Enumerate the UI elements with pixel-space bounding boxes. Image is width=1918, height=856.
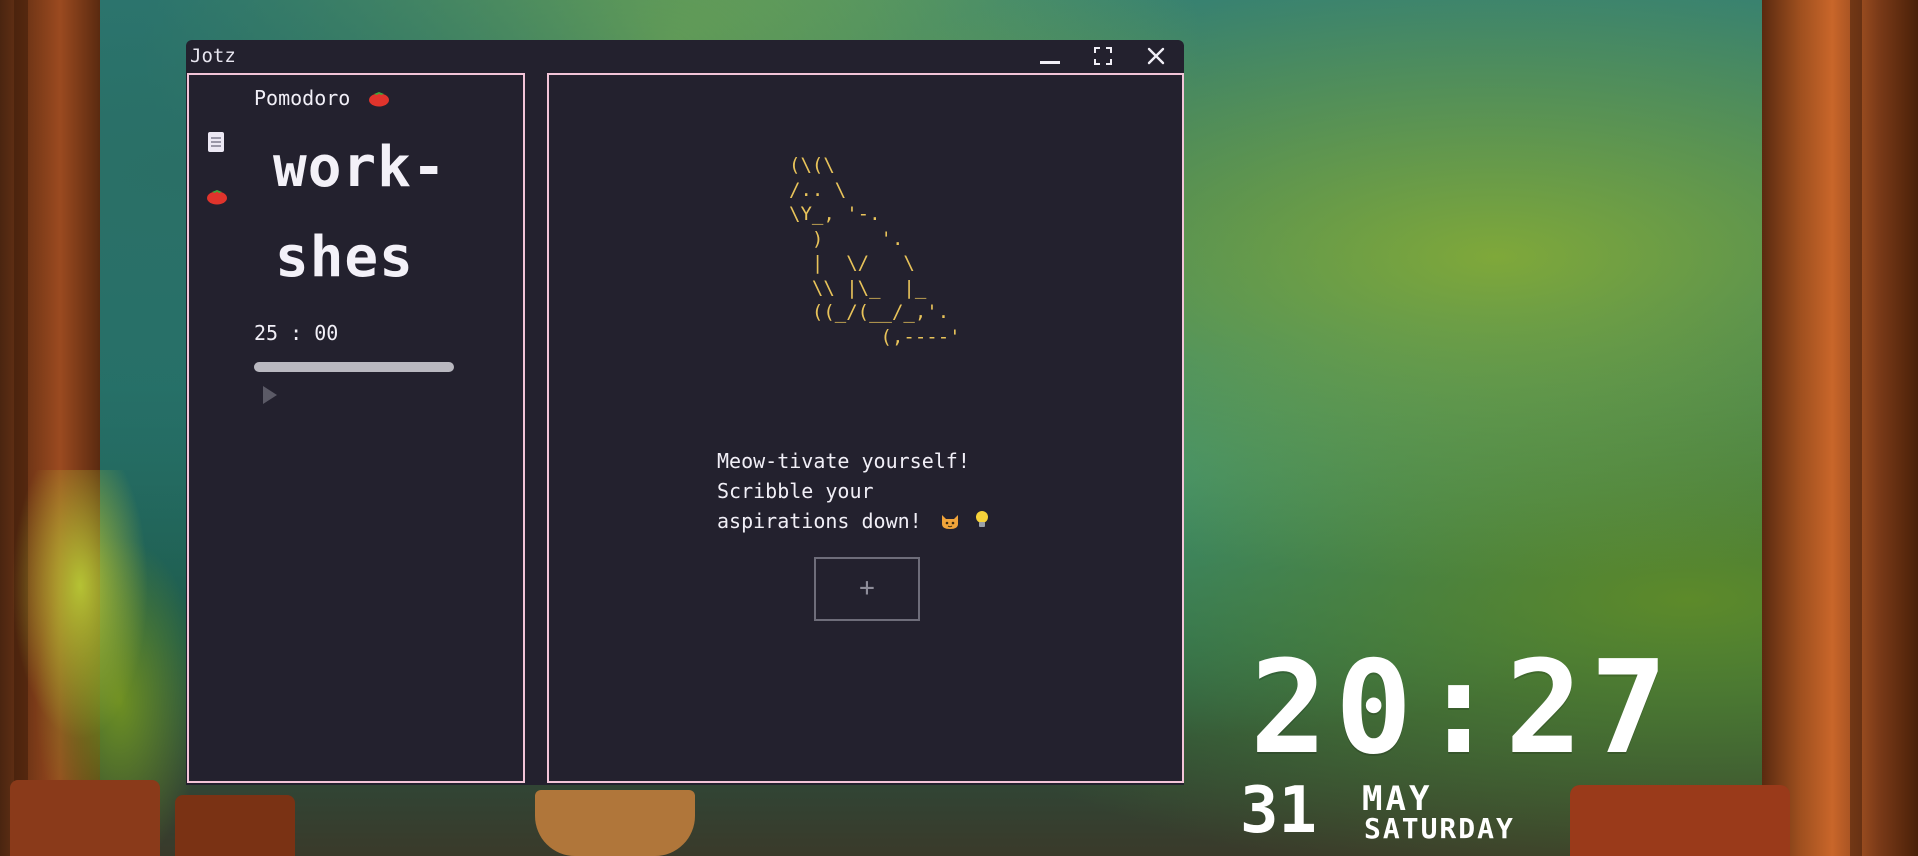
cat-face-icon [940,508,960,538]
add-note-button[interactable]: + [814,557,920,621]
message-line-2: Scribble your [717,479,874,503]
ascii-cat-art: (\(\ /.. \ \Y_, '-. ) '. | \/ \ \\ |\_ |… [789,154,961,348]
title-bar[interactable]: Jotz [186,40,1184,72]
tomato-icon [368,88,390,112]
close-icon [1141,47,1171,65]
session-word-line2: shes [275,225,414,290]
message-line-3-text: aspirations down! [717,509,922,533]
coffee-cup [535,790,695,856]
notes-panel: (\(\ /.. \ \Y_, '-. ) '. | \/ \ \\ |\_ |… [547,73,1184,783]
timer-progress-fill [254,362,454,372]
message-line-1: Meow-tivate yourself! [717,449,970,473]
session-word-line1: work- [273,135,447,200]
minimize-icon [1040,61,1060,64]
timer-progress-bar [254,362,454,372]
pomodoro-panel: Pomodoro work- shes 25 : 00 [187,73,525,783]
pomodoro-title: Pomodoro [254,86,351,110]
jotz-window: Jotz Pomodoro work- shes 25: 00 (\(\ /.… [186,40,1184,785]
close-button[interactable] [1141,44,1171,68]
minimize-button[interactable] [1034,44,1064,68]
window-frame-right [1762,0,1918,856]
window-frame-right-shadow [1850,0,1862,856]
timer-display: 25 : 00 [254,321,339,345]
pomodoro-heading: Pomodoro [254,86,390,112]
plant-pot [10,780,160,856]
clock-time: 20:27 [1250,634,1676,783]
notes-icon[interactable] [208,132,224,152]
clock-day: 31 [1240,774,1318,848]
play-icon[interactable] [263,386,277,404]
plant-pot-small [175,795,295,856]
clock-month: MAY [1362,779,1433,819]
clock-weekday: SATURDAY [1364,812,1515,845]
chair [1570,785,1790,856]
maximize-icon [1094,47,1112,65]
message-line-3: aspirations down! [717,506,990,538]
maximize-button[interactable] [1088,44,1118,68]
window-title: Jotz [190,45,236,67]
empty-notes-message: Meow-tivate yourself! Scribble your aspi… [717,446,990,538]
tomato-icon[interactable] [206,187,228,205]
lightbulb-icon [974,508,990,538]
